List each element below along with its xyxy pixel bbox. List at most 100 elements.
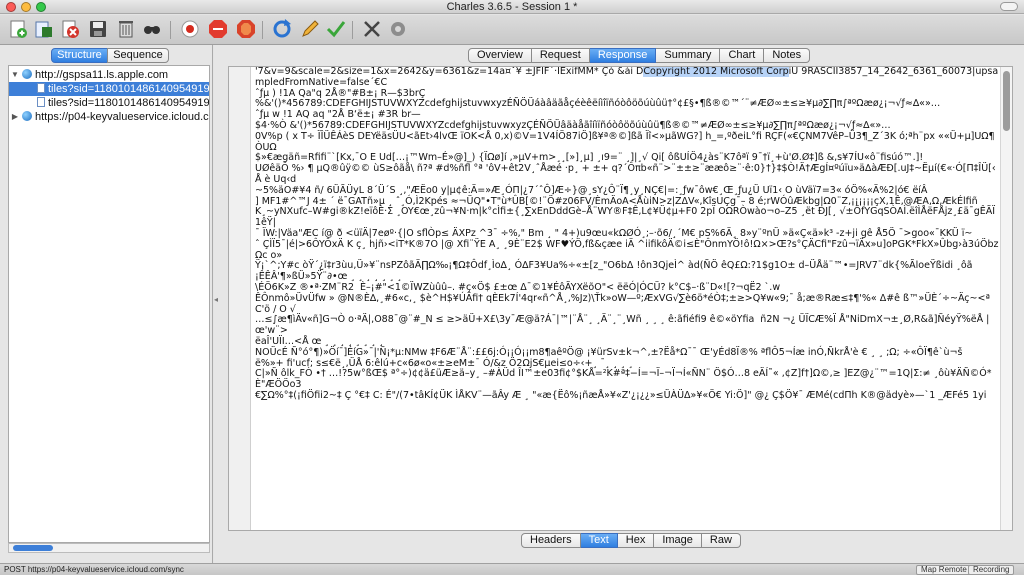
line-text: UØêäÔ %› ¶ µQ®ûÿ©© ùS≥ôãå\ ñ?ª #d%ñfl °ª… — [255, 163, 999, 185]
line-text: ˆƒµ ) !1A Qa"q 2Å®"#B±¡ R—$3brÇ — [255, 87, 426, 99]
globe-icon — [22, 69, 32, 79]
toolbar-toggle-button[interactable] — [1000, 2, 1018, 11]
line-text: $»€ægäñ=Rfifi¨`[Kx,¯O E Ud[…¡™Wm–É»@]_) … — [255, 152, 924, 164]
response-subtabs: Headers Text Hex Image Raw — [521, 533, 741, 548]
tab-chart[interactable]: Chart — [720, 48, 765, 63]
breakpoint-icon[interactable] — [234, 18, 258, 42]
structure-pane: Structure Sequence ▼ http://gspsa11.ls.a… — [0, 45, 213, 563]
refresh-icon[interactable] — [270, 18, 294, 42]
line-text: Ÿ¡`^;Y#c òŸ´¿ï‡r3ùu,Ü»¥¨nsPZôãÄ∏Ω‰¡¶Ω‡Ôd… — [255, 260, 973, 272]
close-session-icon[interactable] — [58, 18, 82, 42]
subtab-image[interactable]: Image — [654, 533, 702, 548]
toolbar-separator — [262, 21, 263, 39]
line-text: \ÉÖ6K»Z ®•ª·ZM¨R2 È–¡#"<1©ÏWZùûû–. #ç«Ö$… — [255, 281, 781, 293]
find-icon[interactable] — [140, 18, 164, 42]
tab-overview[interactable]: Overview — [468, 48, 532, 63]
line-text: ˆ ÇÌÏ5¯|é|>6ÔYÔxÄ K ç¸ hjñ›<iT*K®7O |@ X… — [255, 238, 999, 261]
text-line: 8UØêäÔ %› ¶ µQ®ûÿ©© ùS≥ôãå\ ñ?ª #d%ñfl °… — [255, 163, 999, 186]
tree-file-row[interactable]: tiles?sid=11801014861409549191 — [9, 82, 209, 96]
line-text: %&'()*456789:CDEFGHIJSTUVWXYZcdefghijstu… — [255, 98, 941, 110]
text-line: 11K¸~yNXufc–W#gi®kZ!eïôÈ·Σ ¸OY€œ¸zû¬¥N·m… — [255, 207, 999, 229]
disclosure-open-icon[interactable]: ▼ — [10, 68, 20, 82]
subtab-text[interactable]: Text — [580, 533, 618, 548]
text-line: 17ÊÔnmô»ÜvÜfw » @N®È∆,¸#6«c,¸ $è^H$¥ÚÄfi… — [255, 293, 999, 316]
subtab-headers[interactable]: Headers — [521, 533, 581, 548]
record-icon[interactable] — [178, 18, 202, 42]
subtab-raw[interactable]: Raw — [701, 533, 741, 548]
line-number-gutter — [229, 67, 251, 530]
save-icon[interactable] — [86, 18, 110, 42]
tools-icon[interactable] — [360, 18, 384, 42]
tree-file-content: tiles?sid=11801014861409549191 — [37, 82, 210, 96]
stop-throttle-icon[interactable] — [206, 18, 230, 42]
edit-icon[interactable] — [298, 18, 322, 42]
toolbar-separator — [352, 21, 353, 39]
tree-file-row[interactable]: tiles?sid=11801014861409549191 — [9, 96, 209, 110]
text-line: 18…≤∫æ¶ìÄv«ñ]G¬Ò o·ªÄ|,O88¯@¨#_N ≤ ≥>äÜ+… — [255, 314, 999, 337]
toolbar — [0, 15, 1024, 45]
line-text: …≤∫æ¶ìÄv«ñ]G¬Ò o·ªÄ|,O88¯@¨#_N ≤ ≥>äÜ+X£… — [255, 314, 990, 337]
line-text: ¡ÊÊÂ'¶»ßÜ»5Ÿ¨∂•œ ¸ ¸ ¸ ¸ ¸ ¸ ¸ — [255, 271, 402, 283]
response-text-view[interactable]: 1'7&v=9&scale=2&size=1&x=2642&y=6361&z=1… — [228, 66, 1013, 531]
clear-session-icon[interactable] — [114, 18, 138, 42]
response-text-content[interactable]: 1'7&v=9&scale=2&size=1&x=2642&y=6361&z=1… — [255, 67, 999, 530]
sequence-tab[interactable]: Sequence — [107, 48, 169, 63]
text-line: 1'7&v=9&scale=2&size=1&x=2642&y=6361&z=1… — [255, 67, 999, 89]
globe-icon — [22, 111, 32, 121]
validate-icon[interactable] — [324, 18, 348, 42]
tree-horizontal-scrollbar[interactable] — [8, 543, 210, 553]
title-bar: Charles 3.6.5 - Session 1 * — [0, 0, 1024, 14]
tab-notes[interactable]: Notes — [764, 48, 811, 63]
line-text: 0V%p ( x T÷ ÏÎÜÊÁèS DEYëäsÜU<ãEt›4lvŒ ïO… — [255, 130, 995, 153]
scrollbar-thumb[interactable] — [13, 545, 53, 551]
open-session-icon[interactable] — [32, 18, 56, 42]
status-bar: POST https://p04-keyvalueservice.icloud.… — [0, 563, 1024, 575]
line-text: ëaÎ'UÏI…<Å œ ¸ ¸ ¸ ¸ ¸ ¸ ¸ ¸ — [255, 335, 384, 347]
selected-text: Copyright 2012 Microsoft Corp — [643, 67, 789, 77]
host-tree: ▼ http://gspsa11.ls.apple.com tiles?sid=… — [8, 65, 210, 543]
tree-host-content: http://gspsa11.ls.apple.com — [22, 68, 168, 82]
text-line: 60V%p ( x T÷ ÏÎÜÊÁèS DEYëäsÜU<ãEt›4lvŒ ï… — [255, 130, 999, 154]
line-text: $4·%Ò &'()*56789:CDEFGHIJSTUVWXYZcdefghi… — [255, 119, 891, 131]
disclosure-closed-icon[interactable]: ▶ — [10, 110, 20, 124]
line-text: €∑Ω%°‡(¡fiÖfii2~‡ Ç °€‡ C: É"/(7•tâKÍ¢ÜK… — [255, 389, 987, 401]
split-divider-handle[interactable]: ◂ — [214, 295, 218, 305]
file-icon — [37, 97, 45, 107]
text-line: 23€∑Ω%°‡(¡fiÖfii2~‡ Ç °€‡ C: É"/(7•tâKÍ¢… — [255, 389, 999, 402]
line-text: ~5%äO#¥4 ñ/ 6ÜÃÜyL 8´Ü´S ¸,"ÆËo0 y|µ¢ê:Ä… — [255, 184, 928, 196]
tab-summary[interactable]: Summary — [656, 48, 721, 63]
detail-tabs: Overview Request Response Summary Chart … — [468, 48, 811, 63]
line-text: ] MF1#^™J 4± ´ ë¯GATñ»µ ¸ ˆ¸Ó,Ì2Kpés ≈¬Ü… — [255, 195, 978, 207]
tree-host-row[interactable]: ▼ http://gspsa11.ls.apple.com — [9, 68, 209, 82]
tree-host-content: https://p04-keyvalueservice.icloud.com — [22, 110, 210, 124]
map-remote-button[interactable]: Map Remote — [916, 565, 972, 575]
line-text: ˆƒµ w !1 AQ aq "2Å B‘ë±¡ #3R br— — [255, 109, 421, 121]
toolbar-separator — [170, 21, 171, 39]
file-icon — [37, 83, 45, 93]
line-text: C|»Ñ ôlk_FÒ •† …!?5w°ßŒ$ ª°÷)¢¢ä£üÆ≥ä–y¸… — [255, 368, 992, 391]
recording-button[interactable]: Recording — [968, 565, 1015, 575]
detail-pane: ◂ Overview Request Response Summary Char… — [214, 45, 1024, 563]
new-session-icon[interactable] — [6, 18, 30, 42]
text-line: 13ˆ ÇÌÏ5¯|é|>6ÔYÔxÄ K ç¸ hjñ›<iT*K®7O |@… — [255, 238, 999, 262]
subtab-hex[interactable]: Hex — [617, 533, 655, 548]
tree-host-row[interactable]: ▶ https://p04-keyvalueservice.icloud.com — [9, 110, 209, 124]
window-title: Charles 3.6.5 - Session 1 * — [446, 1, 578, 13]
tab-request[interactable]: Request — [531, 48, 590, 63]
structure-tab[interactable]: Structure — [51, 48, 108, 63]
text-vertical-scrollbar[interactable] — [1000, 67, 1012, 530]
settings-gear-icon[interactable] — [386, 18, 410, 42]
line-text: NOÜcÉ Ñ°ó°¶)»Öí¯]ÉíG»¯|'Ñ¡*µ:NMw ‡F6Æ¨Å¨… — [255, 346, 963, 358]
line-text: '7&v=9&scale=2&size=1&x=2642&y=6361&z=14… — [255, 67, 644, 77]
tree-file-label: tiles?sid=11801014861409549191 — [48, 97, 210, 109]
tree-file-content: tiles?sid=11801014861409549191 — [37, 96, 210, 110]
tree-host-label: https://p04-keyvalueservice.icloud.com — [35, 111, 210, 123]
scrollbar-thumb[interactable] — [1003, 71, 1010, 131]
tree-file-label: tiles?sid=11801014861409549191 — [48, 83, 210, 95]
tab-response[interactable]: Response — [589, 48, 657, 63]
line-text: ë%»+ fi'ucf; s≤€ë¸,ÜÅ 6:êlú+c«6ø«o«±≥eM±… — [255, 357, 634, 369]
tree-host-label: http://gspsa11.ls.apple.com — [35, 69, 169, 81]
status-text: POST https://p04-keyvalueservice.icloud.… — [4, 565, 184, 574]
line-text: K¸~yNXufc–W#gi®kZ!eïôÈ·Σ ¸OY€œ¸zû¬¥N·m|k… — [255, 206, 999, 229]
line-text: ¯ ÏW:|Väa"ÆC í@ ð <üïÄ|7eøº·{|O sflÒp≤ Ä… — [255, 227, 973, 239]
